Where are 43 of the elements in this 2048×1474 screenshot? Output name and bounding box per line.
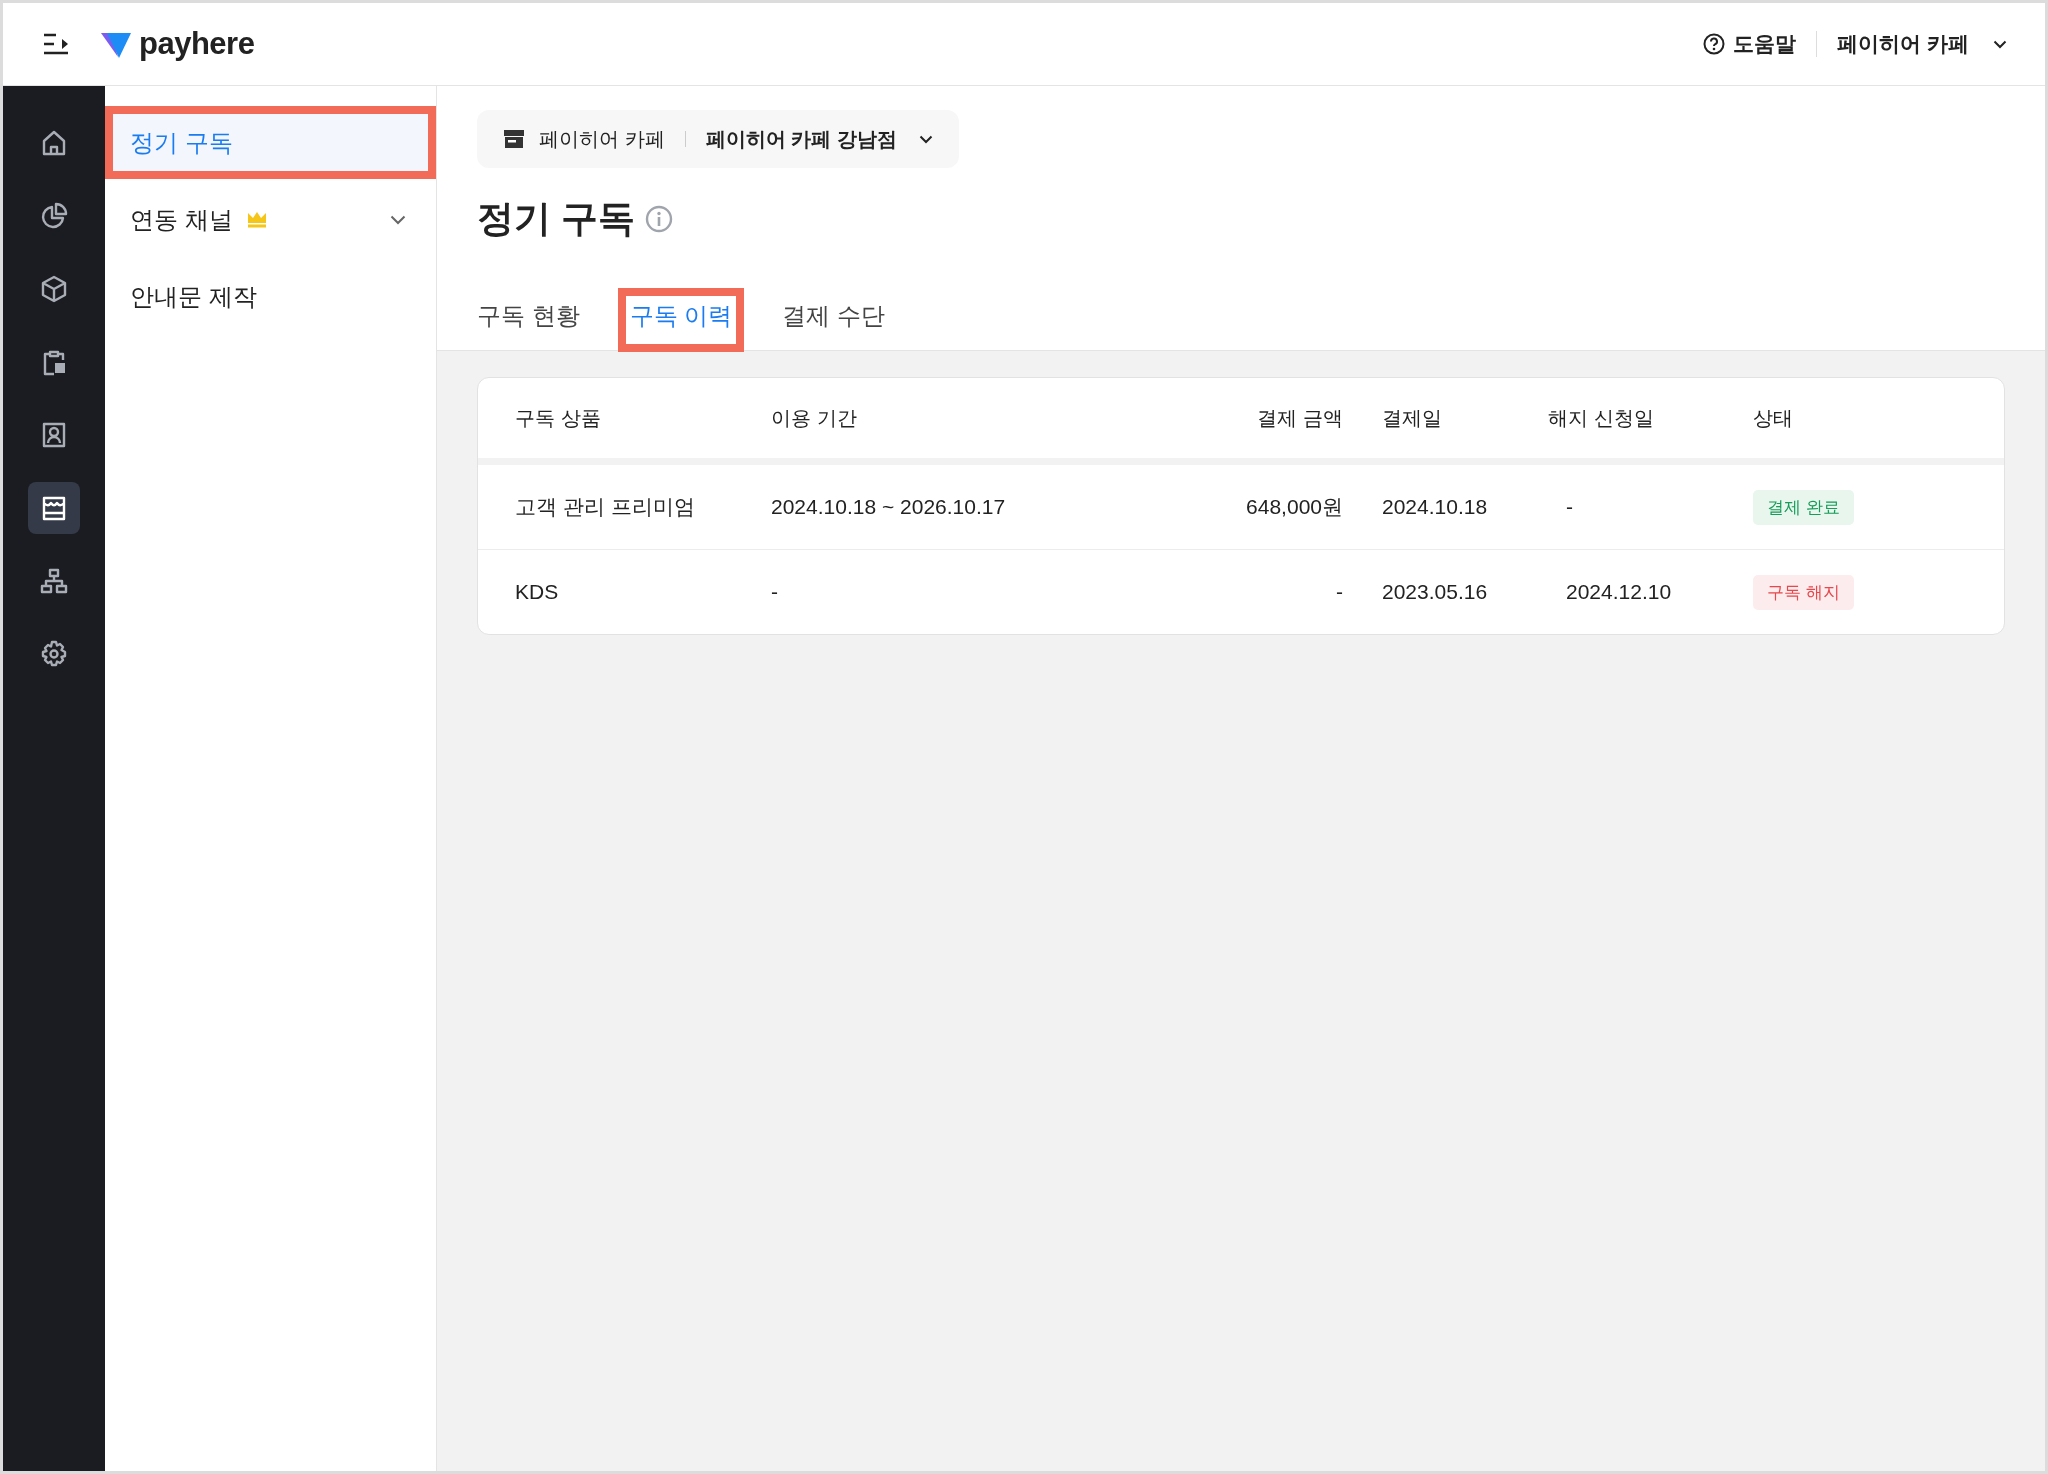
column-header: 구독 상품	[515, 405, 602, 431]
submenu-item[interactable]: 안내문 제작	[105, 260, 436, 333]
gear-icon	[40, 640, 68, 668]
menu-icon[interactable]	[43, 33, 69, 55]
rail-nav-button[interactable]	[28, 482, 80, 534]
sitemap-icon	[40, 567, 68, 595]
logo-icon	[101, 30, 131, 58]
store-picker[interactable]: 페이히어 카페 페이히어 카페 강남점	[477, 110, 959, 168]
column-header: 상태	[1753, 405, 1794, 431]
table-cell-text: -	[771, 580, 779, 604]
home-icon	[40, 129, 68, 157]
submenu-item[interactable]: 정기 구독	[105, 106, 436, 179]
account-menu[interactable]: 페이히어 카페	[1837, 30, 2007, 58]
store-icon	[40, 494, 68, 522]
column-header: 해지 신청일	[1548, 405, 1655, 431]
tab[interactable]: 결제 수단	[772, 290, 895, 350]
tab[interactable]: 구독 이력	[619, 290, 743, 350]
table-cell-text: 2024.12.10	[1565, 580, 1673, 604]
status-badge: 구독 해지	[1753, 574, 1854, 610]
table-cell-text: 2023.05.16	[1381, 580, 1489, 604]
table-cell-text: 고객 관리 프리미엄	[515, 494, 696, 520]
table-cell-text: KDS	[515, 580, 560, 604]
help-icon	[1703, 33, 1726, 55]
column-header: 이용 기간	[771, 405, 858, 431]
logo-text[interactable]: payhere	[139, 26, 255, 62]
tab[interactable]: 구독 현황	[477, 290, 590, 350]
table-cell-text: -	[1335, 580, 1343, 604]
column-header: 결제일	[1381, 405, 1443, 431]
cube-icon	[40, 275, 68, 303]
contact-card-icon	[40, 421, 68, 449]
table-cell-text: 2024.10.18	[1381, 495, 1489, 519]
chevron-down-icon	[1993, 39, 2007, 49]
chevron-down-icon	[918, 134, 933, 144]
help-link[interactable]: 도움말	[1703, 30, 1797, 58]
page-title: 정기 구독	[477, 197, 636, 241]
submenu-item[interactable]: 연동 채널	[105, 183, 436, 256]
pie-chart-icon	[40, 202, 68, 230]
store-icon	[503, 129, 525, 149]
column-header: 결제 금액	[1256, 405, 1343, 431]
table-cell-text: 2024.10.18 ~ 2026.10.17	[771, 495, 1007, 519]
table-cell-text: -	[1565, 495, 1574, 519]
status-badge: 결제 완료	[1753, 489, 1854, 525]
table-cell-text: 648,000원	[1245, 494, 1343, 520]
